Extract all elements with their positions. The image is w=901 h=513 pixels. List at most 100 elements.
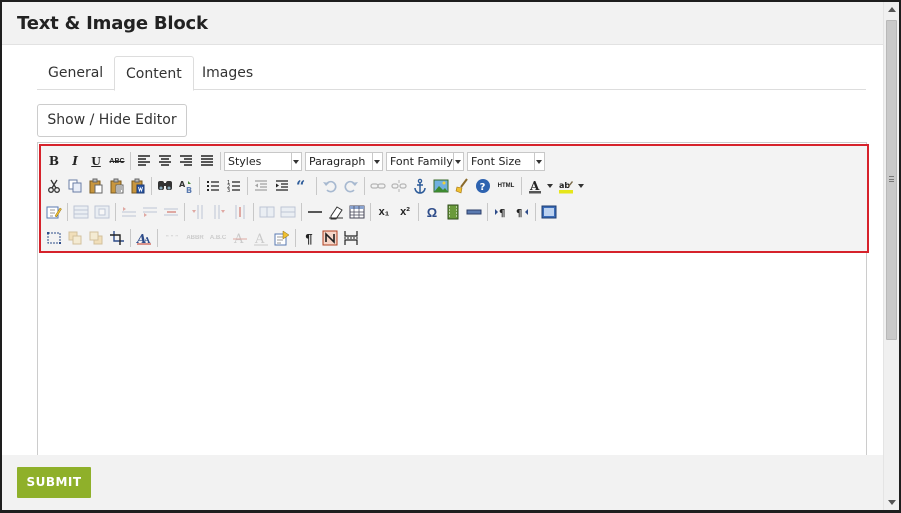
submit-button[interactable]: SUBMIT <box>17 467 91 498</box>
advanced-hr-icon[interactable] <box>464 202 484 222</box>
horizontal-rule-icon[interactable] <box>305 202 325 222</box>
page-break-icon[interactable] <box>341 228 361 248</box>
bullet-list-icon[interactable] <box>203 176 223 196</box>
html-source-icon[interactable]: HTML <box>494 176 518 196</box>
align-justify-icon[interactable] <box>197 151 217 171</box>
toolbar-separator <box>521 177 522 195</box>
paste-word-icon[interactable] <box>128 176 148 196</box>
undo-icon[interactable] <box>320 176 340 196</box>
row-before-icon[interactable] <box>119 202 139 222</box>
replace-icon[interactable]: AB <box>176 176 196 196</box>
align-left-icon[interactable] <box>134 151 154 171</box>
help-icon[interactable]: ? <box>473 176 493 196</box>
special-char-button[interactable]: Ω <box>422 202 442 222</box>
remove-format-icon[interactable] <box>326 202 346 222</box>
highlight-color-icon[interactable]: ab <box>556 176 576 196</box>
absolute-position-icon[interactable] <box>107 228 127 248</box>
row-after-icon[interactable] <box>140 202 160 222</box>
scroll-down-icon[interactable] <box>888 500 896 505</box>
svg-text:¶: ¶ <box>499 208 505 219</box>
svg-text:A: A <box>179 180 186 189</box>
scroll-thumb[interactable] <box>886 20 897 340</box>
delete-row-icon[interactable] <box>161 202 181 222</box>
image-icon[interactable] <box>431 176 451 196</box>
rtl-icon[interactable]: ¶ <box>512 202 532 222</box>
editor-toolbar: B I U ABC Styles Paragraph Font Family F… <box>41 146 867 251</box>
ltr-icon[interactable]: ¶ <box>491 202 511 222</box>
del-icon[interactable]: A <box>230 228 250 248</box>
text-color-dropdown-icon[interactable] <box>547 184 553 188</box>
tab-images[interactable]: Images <box>191 56 264 90</box>
cite-icon[interactable]: “ ” ” <box>161 228 183 248</box>
bold-button[interactable]: B <box>44 151 64 171</box>
toolbar-separator <box>67 203 68 221</box>
toolbar-separator <box>535 203 536 221</box>
font-size-select[interactable]: Font Size <box>467 151 545 171</box>
toolbar-separator <box>418 203 419 221</box>
numbered-list-icon[interactable]: 123 <box>224 176 244 196</box>
show-hide-editor-button[interactable]: Show / Hide Editor <box>37 104 187 137</box>
scroll-up-icon[interactable] <box>888 7 896 12</box>
superscript-button[interactable]: x² <box>395 202 415 222</box>
unlink-icon[interactable] <box>389 176 409 196</box>
styleprops-icon[interactable]: AA <box>134 228 154 248</box>
toolbar-separator <box>130 152 131 170</box>
toolbar-row-2: AB 123 “ ? HTML A ab <box>44 174 587 198</box>
toolbar-separator <box>184 203 185 221</box>
paste-text-icon[interactable] <box>107 176 127 196</box>
insert-layer-icon[interactable] <box>44 228 64 248</box>
move-forward-icon[interactable] <box>65 228 85 248</box>
table-row-props-icon[interactable] <box>71 202 91 222</box>
tab-content[interactable]: Content <box>114 56 194 91</box>
outdent-icon[interactable] <box>251 176 271 196</box>
ins-icon[interactable]: A <box>251 228 271 248</box>
blockquote-icon[interactable]: “ <box>293 176 313 196</box>
merge-cells-icon[interactable] <box>278 202 298 222</box>
find-icon[interactable] <box>155 176 175 196</box>
svg-text:“: “ <box>296 178 305 194</box>
italic-button[interactable]: I <box>65 151 85 171</box>
font-family-select[interactable]: Font Family <box>386 151 464 171</box>
media-icon[interactable] <box>443 202 463 222</box>
svg-text:A: A <box>254 232 265 246</box>
edit-icon[interactable] <box>44 202 64 222</box>
indent-icon[interactable] <box>272 176 292 196</box>
cut-icon[interactable] <box>44 176 64 196</box>
styles-select[interactable]: Styles <box>224 151 302 171</box>
acronym-icon[interactable]: A.B.C <box>207 228 229 248</box>
vertical-scrollbar[interactable] <box>883 2 899 510</box>
toolbar-row-4: AA “ ” ” ABBR A.B.C A A ¶ <box>44 226 362 250</box>
strikethrough-button[interactable]: ABC <box>107 151 127 171</box>
cleanup-icon[interactable] <box>452 176 472 196</box>
attribs-icon[interactable] <box>272 228 292 248</box>
copy-icon[interactable] <box>65 176 85 196</box>
toolbar-separator <box>220 152 221 170</box>
col-after-icon[interactable] <box>209 202 229 222</box>
toolbar-separator <box>199 177 200 195</box>
align-right-icon[interactable] <box>176 151 196 171</box>
delete-col-icon[interactable] <box>230 202 250 222</box>
non-breaking-icon[interactable] <box>320 228 340 248</box>
text-color-icon[interactable]: A <box>525 176 545 196</box>
highlight-color-dropdown-icon[interactable] <box>578 184 584 188</box>
svg-text:¶: ¶ <box>516 208 522 219</box>
split-cells-icon[interactable] <box>257 202 277 222</box>
col-before-icon[interactable] <box>188 202 208 222</box>
toolbar-separator <box>301 203 302 221</box>
underline-button[interactable]: U <box>86 151 106 171</box>
visual-chars-button[interactable]: ¶ <box>299 228 319 248</box>
table-cell-props-icon[interactable] <box>92 202 112 222</box>
redo-icon[interactable] <box>341 176 361 196</box>
move-backward-icon[interactable] <box>86 228 106 248</box>
insert-table-icon[interactable] <box>347 202 367 222</box>
abbr-icon[interactable]: ABBR <box>184 228 206 248</box>
tab-general[interactable]: General <box>37 56 114 90</box>
paste-icon[interactable] <box>86 176 106 196</box>
format-select[interactable]: Paragraph <box>305 151 383 171</box>
align-center-icon[interactable] <box>155 151 175 171</box>
dialog-footer: SUBMIT <box>2 455 885 510</box>
subscript-button[interactable]: x₁ <box>374 202 394 222</box>
fullscreen-icon[interactable] <box>539 202 559 222</box>
link-icon[interactable] <box>368 176 388 196</box>
anchor-icon[interactable] <box>410 176 430 196</box>
